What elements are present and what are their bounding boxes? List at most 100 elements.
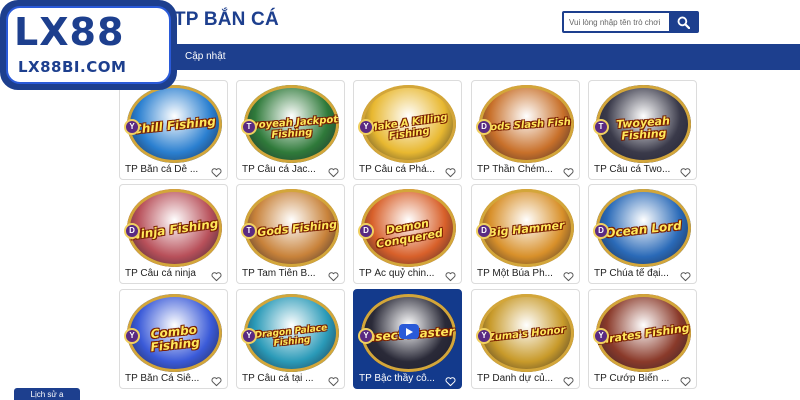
heart-icon	[328, 272, 339, 282]
favorite-button[interactable]	[211, 165, 222, 178]
provider-badge: T	[241, 223, 257, 239]
game-title: TP Bậc thầy cô...	[359, 373, 435, 384]
game-card[interactable]: Big Hammer D TP Một Búa Ph...	[471, 184, 580, 284]
game-thumbnail: Ninja Fishing	[127, 189, 222, 267]
favorite-button[interactable]	[563, 165, 574, 178]
search-input[interactable]	[564, 13, 669, 31]
favorite-button[interactable]	[680, 165, 691, 178]
game-title: TP Câu cá ninja	[125, 268, 196, 279]
game-card[interactable]: Demon Conquered D TP Ác quỷ chin...	[353, 184, 462, 284]
heart-icon	[211, 377, 222, 387]
play-icon	[406, 327, 413, 336]
game-title: TP Ác quỷ chin...	[359, 268, 435, 279]
provider-badge: Y	[358, 328, 374, 344]
search-button[interactable]	[669, 13, 697, 31]
game-card[interactable]: Combo Fishing Y TP Bắn Cá Siê...	[119, 289, 228, 389]
game-thumbnail: 3 Gods Fishing	[244, 189, 339, 267]
favorite-button[interactable]	[211, 374, 222, 387]
game-thumbnail: Chill Fishing	[127, 85, 222, 163]
game-card[interactable]: Pirates Fishing Y TP Cướp Biển ...	[588, 289, 697, 389]
game-thumbnail: Big Hammer	[479, 189, 574, 267]
game-title: TP Câu cá Jac...	[242, 164, 316, 175]
game-card[interactable]: Dragon Palace Fishing Y TP Câu cá tại ...	[236, 289, 345, 389]
history-tab[interactable]: Lịch sử a	[14, 388, 80, 400]
logo-inner: LX88 LX88BI.COM	[6, 6, 171, 84]
game-card[interactable]: Twoyeah Fishing T TP Câu cá Two...	[588, 80, 697, 180]
game-title: TP Bắn Cá Siê...	[125, 373, 200, 384]
app-root: TP BẮN CÁ Cập nhật Chill FishingYTP Bắn …	[0, 0, 800, 400]
provider-badge: D	[476, 223, 492, 239]
heart-icon	[211, 168, 222, 178]
provider-badge: T	[593, 119, 609, 135]
game-title: TP Cướp Biển ...	[594, 373, 670, 384]
game-title: TP Chúa tể đại...	[594, 268, 669, 279]
game-card[interactable]: Ocean Lord D TP Chúa tể đại...	[588, 184, 697, 284]
favorite-button[interactable]	[445, 165, 456, 178]
game-title: TP Một Búa Ph...	[477, 268, 553, 279]
favorite-button[interactable]	[328, 374, 339, 387]
heart-icon	[445, 377, 456, 387]
nav-item-update[interactable]: Cập nhật	[185, 51, 226, 62]
provider-badge: D	[476, 119, 492, 135]
logo: LX88 LX88BI.COM	[0, 0, 177, 90]
favorite-button[interactable]	[328, 269, 339, 282]
favorite-button[interactable]	[680, 374, 691, 387]
favorite-button[interactable]	[680, 269, 691, 282]
game-title: TP Tam Tiên B...	[242, 268, 316, 279]
heart-icon	[445, 272, 456, 282]
game-card[interactable]: Make A Killing Fishing Y TP Câu cá Phá...	[353, 80, 462, 180]
heart-icon	[563, 272, 574, 282]
game-card[interactable]: Gods Slash Fish D TP Thần Chém...	[471, 80, 580, 180]
game-thumbnail: Dragon Palace Fishing	[244, 294, 339, 372]
heart-icon	[680, 168, 691, 178]
provider-badge: T	[241, 119, 257, 135]
provider-badge: Y	[124, 328, 140, 344]
provider-badge: Y	[358, 119, 374, 135]
heart-icon	[680, 377, 691, 387]
game-thumbnail: Zuma's Honor	[479, 294, 574, 372]
game-thumbnail: Make A Killing Fishing	[361, 85, 456, 163]
game-title: TP Bắn cá Dễ ...	[125, 164, 199, 175]
game-thumbnail: Combo Fishing	[127, 294, 222, 372]
favorite-button[interactable]	[563, 374, 574, 387]
game-thumbnail: Demon Conquered	[361, 189, 456, 267]
game-thumbnail: Ocean Lord	[596, 189, 691, 267]
provider-badge: D	[124, 223, 140, 239]
heart-icon	[328, 377, 339, 387]
game-card[interactable]: Chill Fishing Y TP Bắn cá Dễ ...	[119, 80, 228, 180]
page-title: TP BẮN CÁ	[174, 9, 279, 30]
favorite-button[interactable]	[563, 269, 574, 282]
game-thumbnail: Gods Slash Fish	[479, 85, 574, 163]
favorite-button[interactable]	[211, 269, 222, 282]
heart-icon	[563, 377, 574, 387]
logo-sub-text: LX88BI.COM	[18, 58, 127, 76]
play-button[interactable]	[399, 324, 419, 339]
favorite-button[interactable]	[328, 165, 339, 178]
heart-icon	[563, 168, 574, 178]
game-title: TP Câu cá Two...	[594, 164, 671, 175]
heart-icon	[680, 272, 691, 282]
favorite-button[interactable]	[445, 374, 456, 387]
heart-icon	[328, 168, 339, 178]
game-title: TP Danh dự củ...	[477, 373, 553, 384]
provider-badge: Y	[124, 119, 140, 135]
provider-badge: Y	[476, 328, 492, 344]
game-thumbnail: Pirates Fishing	[596, 294, 691, 372]
game-title: TP Thần Chém...	[477, 164, 553, 175]
logo-main-text: LX88	[14, 10, 125, 54]
game-thumbnail: Twoyeah Jackpot Fishing	[244, 85, 339, 163]
game-title: TP Câu cá tại ...	[242, 373, 314, 384]
game-card[interactable]: Zuma's Honor Y TP Danh dự củ...	[471, 289, 580, 389]
game-card[interactable]: Ninja Fishing D TP Câu cá ninja	[119, 184, 228, 284]
game-card[interactable]: Twoyeah Jackpot Fishing T TP Câu cá Jac...	[236, 80, 345, 180]
game-card[interactable]: Insect Master Y TP Bậc thầy cô...	[353, 289, 462, 389]
game-card[interactable]: 3 Gods Fishing T TP Tam Tiên B...	[236, 184, 345, 284]
provider-badge: D	[593, 223, 609, 239]
search-box	[562, 11, 699, 33]
search-icon	[677, 16, 690, 29]
heart-icon	[445, 168, 456, 178]
provider-badge: Y	[241, 328, 257, 344]
heart-icon	[211, 272, 222, 282]
favorite-button[interactable]	[445, 269, 456, 282]
game-thumbnail: Insect Master	[361, 294, 456, 372]
